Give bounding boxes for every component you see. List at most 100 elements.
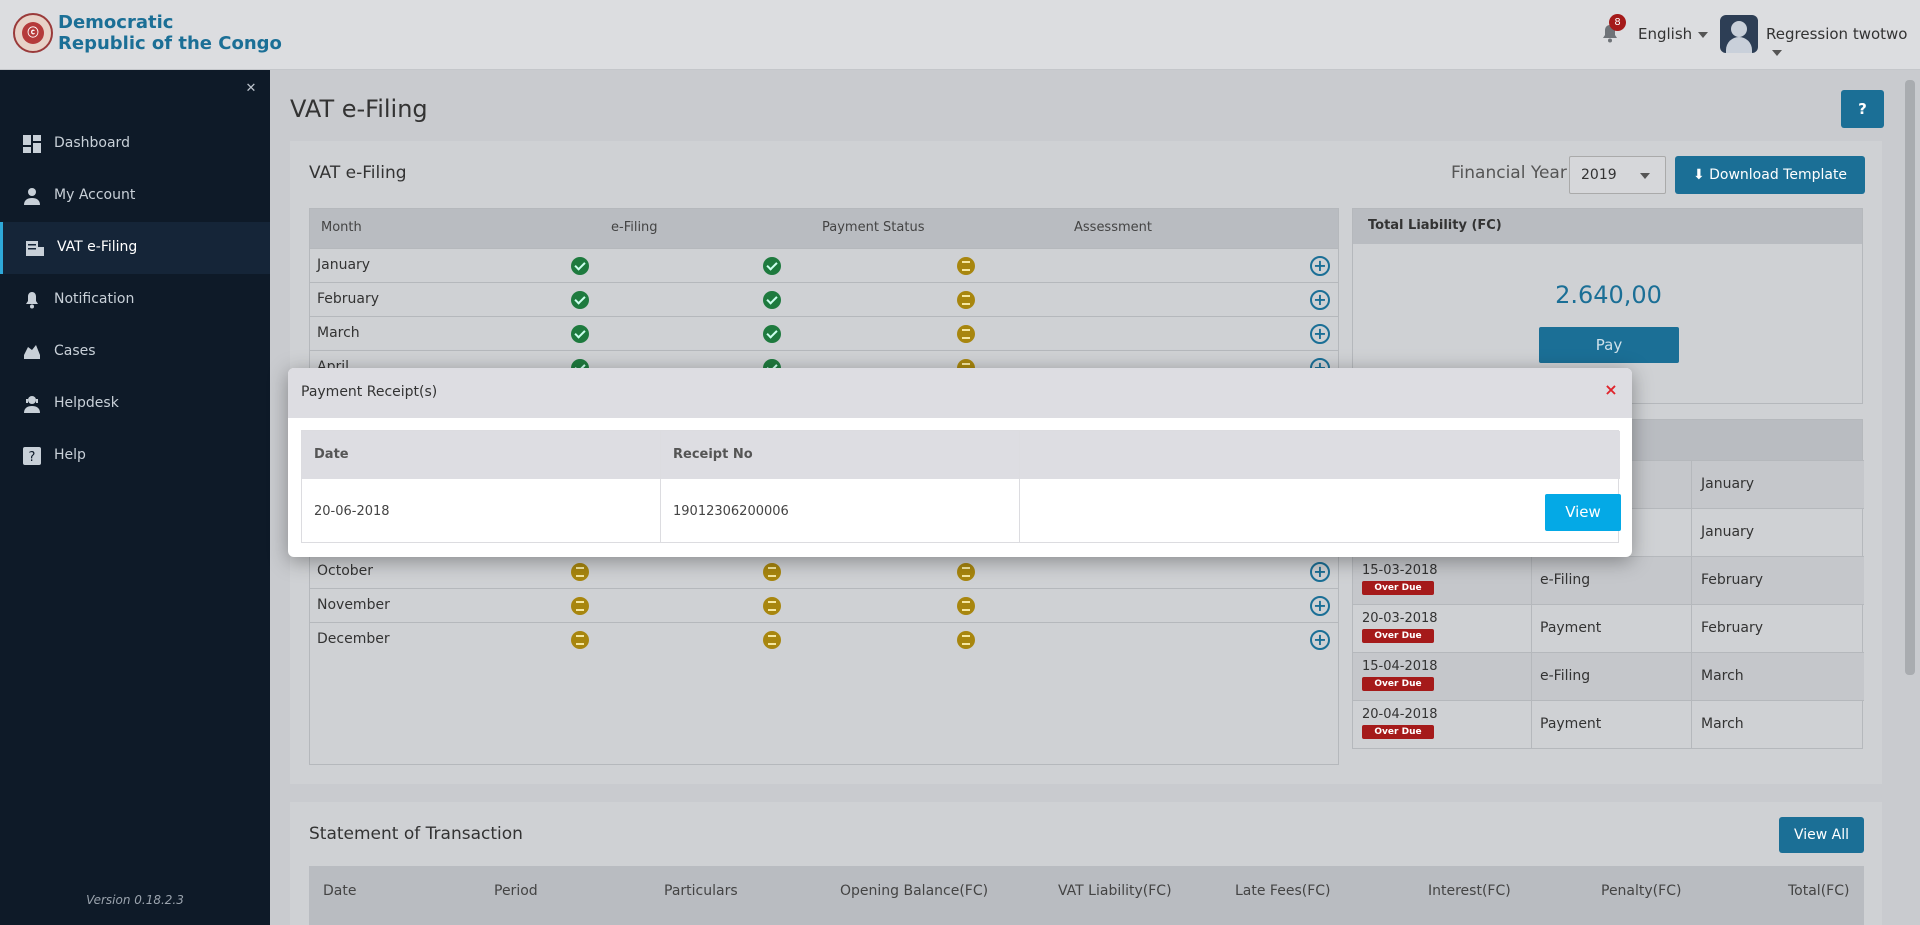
vat-icon [26, 241, 44, 256]
sidebar-item-label: Dashboard [54, 135, 130, 151]
due-type: Payment [1540, 716, 1602, 732]
hourglass-icon [571, 631, 589, 649]
due-type: Payment [1540, 620, 1602, 636]
column-header: Receipt No [673, 447, 753, 462]
collapse-pin-icon[interactable]: ✕ [242, 80, 260, 98]
sidebar-item-my-account[interactable]: My Account [0, 170, 270, 222]
column-divider [1531, 653, 1532, 701]
hourglass-icon [957, 291, 975, 309]
close-icon[interactable]: × [1603, 382, 1619, 398]
statement-table-header: Date Period Particulars Opening Balance(… [309, 866, 1864, 925]
language-dropdown[interactable]: English [1638, 25, 1709, 43]
column-header: e-Filing [611, 220, 658, 235]
user-name: Regression twotwo [1766, 25, 1908, 43]
column-divider [1531, 605, 1532, 653]
column-divider [1691, 701, 1692, 749]
table-row: January + [310, 248, 1338, 282]
sidebar-item-label: VAT e-Filing [57, 239, 138, 255]
overdue-badge: Over Due [1362, 677, 1434, 691]
overdue-badge: Over Due [1362, 725, 1434, 739]
receipt-date: 20-06-2018 [314, 504, 390, 519]
overdue-badge: Over Due [1362, 581, 1434, 595]
sidebar-item-notification[interactable]: Notification [0, 274, 270, 326]
receipts-table: Date Receipt No 20-06-2018 1901230620000… [301, 430, 1621, 543]
financial-year-value: 2019 [1581, 167, 1617, 183]
expand-plus-icon[interactable]: + [1310, 324, 1330, 344]
hourglass-icon [957, 597, 975, 615]
page-title: VAT e-Filing [290, 95, 428, 123]
download-template-button[interactable]: ⬇ Download Template [1675, 156, 1865, 194]
expand-plus-icon[interactable]: + [1310, 596, 1330, 616]
hourglass-icon [957, 257, 975, 275]
check-circle-icon [763, 325, 781, 343]
help-icon: ? [23, 447, 41, 465]
view-all-button[interactable]: View All [1779, 817, 1864, 853]
modal-header: Payment Receipt(s) × [288, 368, 1632, 418]
pay-button[interactable]: Pay [1539, 327, 1679, 363]
brand-name[interactable]: Democratic Republic of the Congo [58, 12, 282, 54]
check-circle-icon [571, 257, 589, 275]
column-divider [660, 431, 661, 543]
column-divider [1531, 701, 1532, 749]
sidebar-item-helpdesk[interactable]: Helpdesk [0, 378, 270, 430]
expand-plus-icon[interactable]: + [1310, 562, 1330, 582]
statement-of-transaction-card: Statement of Transaction View All Date P… [290, 802, 1882, 925]
table-row: November + [310, 588, 1338, 622]
financial-year-select[interactable]: 2019 [1569, 156, 1666, 194]
liability-title: Total Liability (FC) [1353, 209, 1862, 244]
sidebar-item-help[interactable]: ? Help [0, 430, 270, 482]
chevron-down-icon [1640, 173, 1650, 179]
card-title: VAT e-Filing [309, 163, 407, 183]
table-header: Date Receipt No [302, 431, 1620, 479]
liability-amount: 2.640,00 [1555, 281, 1662, 309]
due-date: 15-03-2018 [1362, 563, 1438, 578]
expand-plus-icon[interactable]: + [1310, 630, 1330, 650]
table-row: October + [310, 554, 1338, 588]
due-period: February [1701, 572, 1764, 588]
column-header: Total(FC) [1788, 883, 1850, 899]
top-header: ⓒ Democratic Republic of the Congo 8 Eng… [0, 0, 1920, 70]
hourglass-icon [763, 631, 781, 649]
column-header: VAT Liability(FC) [1058, 883, 1172, 899]
column-divider [1691, 557, 1692, 605]
help-button[interactable]: ? [1841, 90, 1884, 128]
due-date: 20-03-2018 [1362, 611, 1438, 626]
helpdesk-icon [24, 396, 40, 413]
sidebar-item-dashboard[interactable]: Dashboard [0, 118, 270, 170]
due-period: March [1701, 716, 1744, 732]
chevron-down-icon [1772, 49, 1782, 56]
user-menu[interactable]: Regression twotwo [1766, 25, 1920, 61]
view-receipt-button[interactable]: View [1545, 494, 1621, 531]
sidebar-item-label: My Account [54, 187, 136, 203]
sidebar: ✕ Dashboard My Account VAT e-Filing Noti… [0, 70, 270, 925]
sidebar-item-vat-efiling[interactable]: VAT e-Filing [0, 222, 270, 274]
payment-receipts-modal: Payment Receipt(s) × Date Receipt No 20-… [288, 368, 1632, 557]
column-header: Month [321, 220, 362, 235]
due-period: January [1701, 476, 1755, 492]
table-row: March + [310, 316, 1338, 350]
column-header: Particulars [664, 883, 738, 899]
column-header: Payment Status [822, 220, 925, 235]
hourglass-icon [957, 631, 975, 649]
column-divider [1531, 557, 1532, 605]
column-divider [1691, 653, 1692, 701]
receipt-number: 19012306200006 [673, 504, 789, 519]
table-row: 20-06-2018 19012306200006 View [302, 479, 1621, 543]
hourglass-icon [957, 325, 975, 343]
sidebar-item-cases[interactable]: Cases [0, 326, 270, 378]
column-divider [1691, 509, 1692, 557]
avatar[interactable] [1720, 15, 1758, 53]
user-icon [24, 188, 40, 205]
due-period: January [1701, 524, 1755, 540]
language-label: English [1638, 25, 1693, 43]
expand-plus-icon[interactable]: + [1310, 256, 1330, 276]
due-row: 20-03-2018 Payment February Over Due [1353, 604, 1864, 653]
page-scrollbar[interactable] [1905, 80, 1915, 675]
expand-plus-icon[interactable]: + [1310, 290, 1330, 310]
hourglass-icon [571, 563, 589, 581]
check-circle-icon [763, 257, 781, 275]
sidebar-item-label: Help [54, 447, 86, 463]
due-date: 20-04-2018 [1362, 707, 1438, 722]
month-name: November [317, 597, 390, 613]
download-template-label: Download Template [1709, 167, 1848, 183]
